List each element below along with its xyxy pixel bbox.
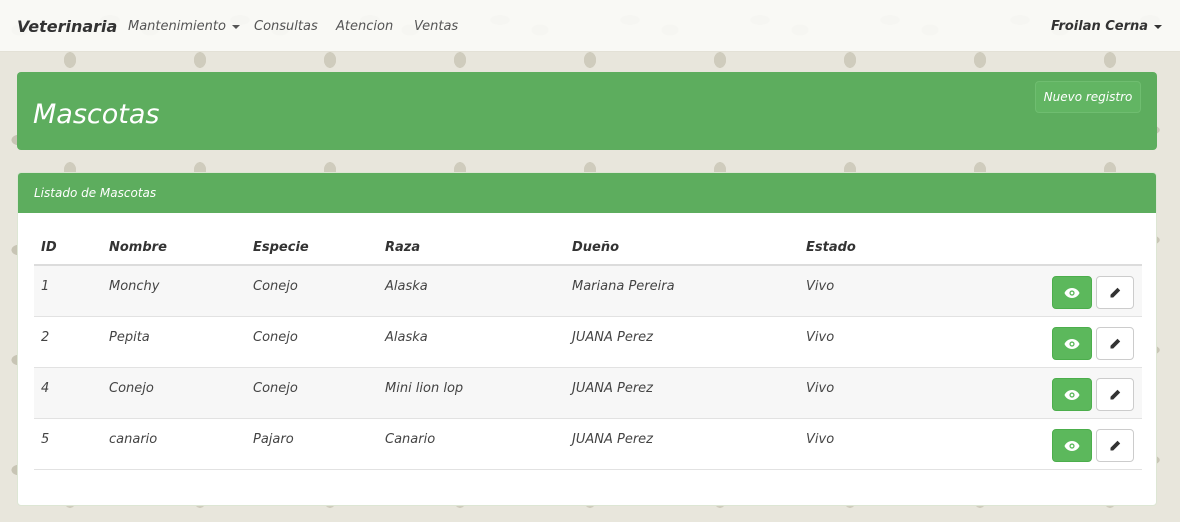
pencil-icon [1110, 287, 1121, 297]
cell-raza: Mini lion lop [385, 381, 464, 396]
cell-especie: Pajaro [253, 432, 294, 447]
cell-nombre: canario [109, 432, 158, 447]
column-header-id: ID [41, 240, 57, 255]
eye-icon [1064, 440, 1080, 451]
new-record-button[interactable]: Nuevo registro [1035, 81, 1141, 113]
column-header-dueno: Dueño [572, 240, 620, 255]
cell-estado: Vivo [806, 432, 835, 447]
table-row: 5 canario Pajaro Canario JUANA Perez Viv… [34, 419, 1142, 470]
pencil-icon [1110, 440, 1121, 450]
eye-icon [1064, 338, 1080, 349]
cell-dueno: JUANA Perez [572, 432, 653, 447]
edit-button[interactable] [1096, 327, 1134, 360]
cell-nombre: Pepita [109, 330, 150, 345]
user-name: Froilan Cerna [1051, 19, 1149, 34]
cell-estado: Vivo [806, 381, 835, 396]
cell-nombre: Conejo [109, 381, 154, 396]
cell-dueno: Mariana Pereira [572, 279, 675, 294]
cell-id: 4 [41, 381, 50, 396]
eye-icon [1064, 287, 1080, 298]
cell-dueno: JUANA Perez [572, 330, 653, 345]
table-row: 4 Conejo Conejo Mini lion lop JUANA Pere… [34, 368, 1142, 419]
view-button[interactable] [1052, 378, 1092, 411]
cell-especie: Conejo [253, 279, 298, 294]
cell-especie: Conejo [253, 381, 298, 396]
edit-button[interactable] [1096, 276, 1134, 309]
panel-title: Listado de Mascotas [18, 173, 1156, 213]
chevron-down-icon [1154, 24, 1163, 29]
cell-nombre: Monchy [109, 279, 160, 294]
page-title: Mascotas [33, 99, 160, 130]
nav-item-label: Mantenimiento [128, 19, 226, 34]
view-button[interactable] [1052, 429, 1092, 462]
table-row: 1 Monchy Conejo Alaska Mariana Pereira V… [34, 266, 1142, 317]
chevron-down-icon [231, 24, 240, 29]
nav-item-consultas[interactable]: Consultas [254, 19, 318, 34]
eye-icon [1064, 389, 1080, 400]
edit-button[interactable] [1096, 378, 1134, 411]
cell-estado: Vivo [806, 279, 835, 294]
top-navbar: Veterinaria Mantenimiento Consultas Aten… [0, 0, 1180, 52]
column-header-nombre: Nombre [109, 240, 167, 255]
edit-button[interactable] [1096, 429, 1134, 462]
view-button[interactable] [1052, 276, 1092, 309]
table-row: 2 Pepita Conejo Alaska JUANA Perez Vivo [34, 317, 1142, 368]
table-header: ID Nombre Especie Raza Dueño Estado [34, 225, 1142, 266]
column-header-especie: Especie [253, 240, 309, 255]
cell-raza: Alaska [385, 279, 428, 294]
pets-table: ID Nombre Especie Raza Dueño Estado 1 Mo… [34, 225, 1142, 470]
pencil-icon [1110, 338, 1121, 348]
cell-id: 1 [41, 279, 50, 294]
cell-id: 2 [41, 330, 50, 345]
view-button[interactable] [1052, 327, 1092, 360]
cell-raza: Canario [385, 432, 436, 447]
nav-item-ventas[interactable]: Ventas [414, 19, 458, 34]
navbar-brand[interactable]: Veterinaria [17, 17, 117, 36]
cell-especie: Conejo [253, 330, 298, 345]
nav-item-atencion[interactable]: Atencion [336, 19, 393, 34]
cell-estado: Vivo [806, 330, 835, 345]
pets-panel: Listado de Mascotas ID Nombre Especie Ra… [17, 172, 1157, 506]
nav-item-mantenimiento[interactable]: Mantenimiento [128, 19, 240, 34]
cell-id: 5 [41, 432, 50, 447]
column-header-estado: Estado [806, 240, 856, 255]
cell-raza: Alaska [385, 330, 428, 345]
page-header: Mascotas Nuevo registro [17, 72, 1157, 150]
user-menu[interactable]: Froilan Cerna [1051, 19, 1163, 34]
pencil-icon [1110, 389, 1121, 399]
cell-dueno: JUANA Perez [572, 381, 653, 396]
column-header-raza: Raza [385, 240, 421, 255]
